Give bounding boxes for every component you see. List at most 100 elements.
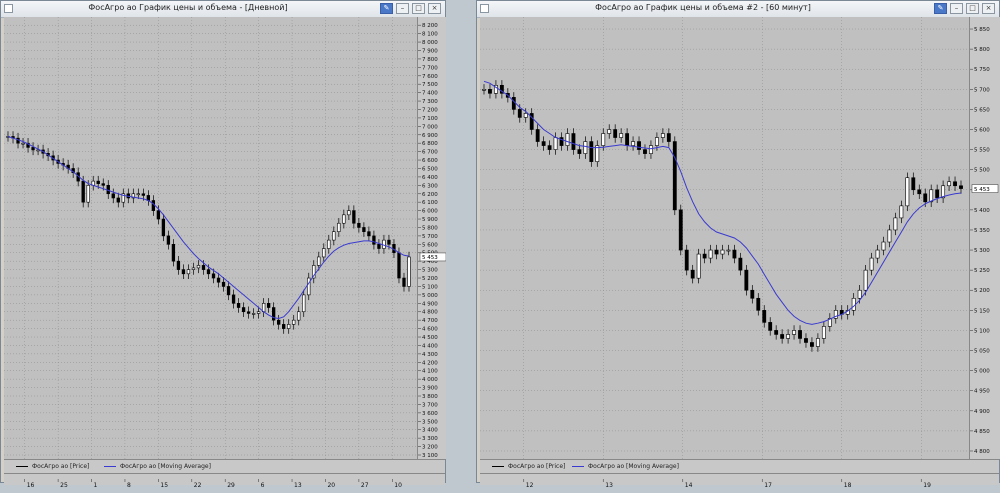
- plot-area[interactable]: [4, 17, 417, 459]
- price-candle: [762, 310, 767, 323]
- price-candle: [352, 210, 356, 224]
- x-tick-label: 25: [60, 482, 68, 489]
- y-tick-label: 6 200: [422, 192, 438, 198]
- title-bar[interactable]: ФосАгро ао График цены и объема - [Дневн…: [1, 1, 445, 18]
- price-candle: [21, 142, 25, 145]
- y-tick-label: 5 750: [974, 67, 990, 73]
- x-axis-scale: 16 25 1 8 15 22 29 6 13 20 27 10: [24, 479, 402, 489]
- price-candle: [768, 322, 773, 331]
- minimize-button[interactable]: –: [950, 3, 963, 14]
- y-tick-label: 8 200: [422, 23, 438, 29]
- price-candle: [161, 218, 166, 237]
- price-candle: [750, 289, 755, 299]
- price-candle: [732, 249, 737, 259]
- pin-icon[interactable]: ✎: [380, 3, 393, 14]
- x-tick-label: 12: [526, 482, 534, 489]
- y-tick-label: 5 300: [422, 268, 438, 274]
- y-tick-label: 5 000: [422, 293, 438, 299]
- price-candle: [297, 311, 301, 321]
- y-tick-label: 5 850: [974, 27, 990, 33]
- price-candle: [186, 269, 191, 275]
- y-axis: 3 100 3 200 3 300 3 400 3 500 3 600 3 700 3 800…: [417, 17, 447, 459]
- price-candle: [654, 137, 659, 146]
- y-tick-label: 3 700: [422, 402, 438, 408]
- price-candle: [86, 185, 90, 203]
- y-tick-label: 5 050: [974, 349, 990, 355]
- y-tick-label: 7 400: [422, 91, 438, 97]
- y-tick-label: 6 500: [422, 166, 438, 172]
- maximize-button[interactable]: □: [966, 3, 979, 14]
- legend-label: ФосАгро ао [Moving Average]: [588, 463, 679, 470]
- x-axis: 16 25 1 8 15 22 29 6 13 20 27 10: [4, 473, 445, 489]
- price-candle: [176, 260, 181, 270]
- price-candle: [690, 269, 695, 279]
- y-tick-label: 6 800: [422, 141, 438, 147]
- y-tick-label: 6 600: [422, 158, 438, 164]
- price-candle: [684, 249, 689, 271]
- price-candle: [535, 129, 540, 142]
- x-tick-label: 8: [127, 482, 131, 489]
- price-candle: [863, 269, 868, 291]
- y-tick-label: 4 800: [422, 310, 438, 316]
- legend-item-moving-average: ФосАгро ао [Moving Average]: [104, 463, 211, 470]
- legend: ФосАгро ао [Price] ФосАгро ао [Moving Av…: [480, 459, 999, 474]
- pin-icon[interactable]: ✎: [934, 3, 947, 14]
- legend-label: ФосАгро ао [Price]: [32, 463, 90, 470]
- y-tick-label: 5 000: [974, 369, 990, 375]
- x-tick-label: 10: [394, 482, 402, 489]
- price-candle: [744, 269, 749, 291]
- y-tick-label: 4 850: [974, 429, 990, 435]
- price-candle: [947, 181, 951, 187]
- y-tick-label: 6 900: [422, 133, 438, 139]
- price-candle: [488, 89, 492, 94]
- price-candle: [702, 253, 707, 259]
- y-tick-label: 3 500: [422, 419, 438, 425]
- price-candle: [397, 252, 401, 279]
- x-axis-scale: 12 13 14 17 18 19: [523, 479, 931, 489]
- legend-item-price: ФосАгро ао [Price]: [492, 463, 565, 470]
- price-candle: [216, 277, 221, 283]
- price-candle: [708, 249, 713, 259]
- x-tick-label: 15: [160, 482, 168, 489]
- price-candle: [917, 189, 922, 195]
- y-tick-label: 5 650: [974, 107, 990, 113]
- price-candle: [738, 257, 743, 271]
- price-candle: [953, 181, 957, 187]
- price-candle: [16, 137, 20, 144]
- price-candle: [821, 326, 826, 339]
- close-button[interactable]: ×: [982, 3, 995, 14]
- y-tick-label: 7 200: [422, 107, 438, 113]
- price-candle: [266, 303, 271, 308]
- y-axis: 4 800 4 850 4 900 4 950 5 000 5 050 5 100 5 150…: [969, 17, 1000, 459]
- legend-label: ФосАгро ао [Moving Average]: [120, 463, 211, 470]
- price-candle: [935, 189, 940, 199]
- last-price-label: 5 453: [974, 187, 990, 193]
- chart-window-60min: ФосАгро ао График цены и объема #2 - [60…: [476, 0, 1000, 489]
- price-candle: [923, 193, 928, 203]
- legend-swatch-ma: [572, 466, 584, 467]
- close-button[interactable]: ×: [428, 3, 441, 14]
- price-candle: [327, 239, 331, 249]
- x-tick-label: 29: [227, 482, 235, 489]
- minimize-button[interactable]: –: [396, 3, 409, 14]
- window-title: ФосАгро ао График цены и объема #2 - [60…: [595, 3, 811, 12]
- y-tick-label: 7 700: [422, 65, 438, 71]
- price-candle: [857, 289, 862, 299]
- y-tick-label: 5 150: [974, 308, 990, 314]
- maximize-button[interactable]: □: [412, 3, 425, 14]
- y-tick-label: 3 900: [422, 386, 438, 392]
- price-candle: [666, 133, 671, 142]
- price-candle: [362, 227, 366, 232]
- title-bar[interactable]: ФосАгро ао График цены и объема #2 - [60…: [477, 1, 999, 18]
- y-tick-label: 4 100: [422, 369, 438, 375]
- price-candle: [696, 253, 701, 279]
- y-tick-label: 3 400: [422, 428, 438, 434]
- price-candle: [905, 177, 910, 207]
- y-tick-label: 6 300: [422, 183, 438, 189]
- y-tick-label: 5 700: [974, 87, 990, 93]
- price-candle: [774, 330, 779, 335]
- legend-swatch-ma: [104, 466, 116, 467]
- plot-area[interactable]: [480, 17, 969, 459]
- y-tick-label: 5 100: [422, 284, 438, 290]
- y-tick-label: 5 800: [974, 47, 990, 53]
